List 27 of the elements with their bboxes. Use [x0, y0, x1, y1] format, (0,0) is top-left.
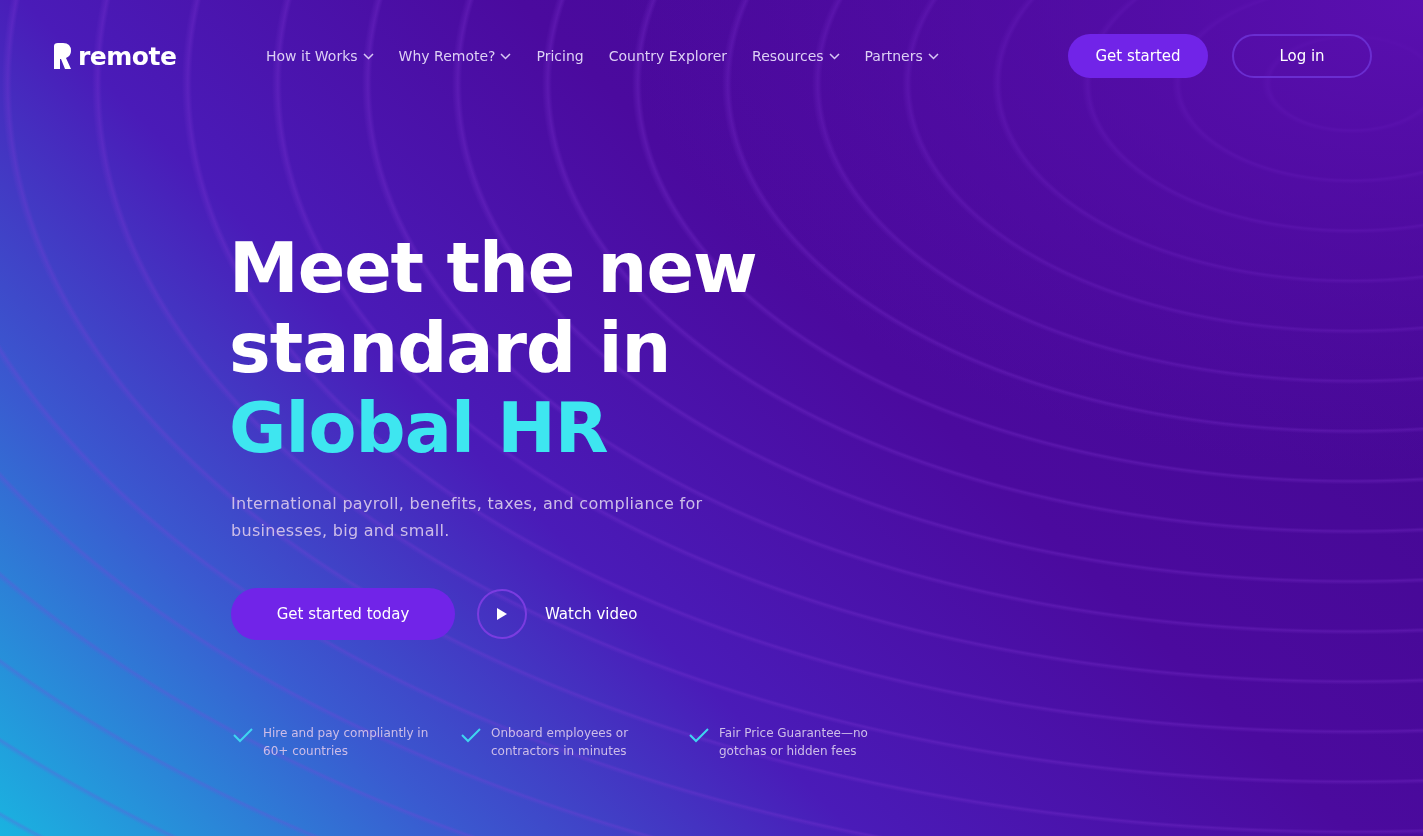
headline-line: Global HR [229, 388, 608, 468]
nav-link[interactable]: Pricing [536, 48, 584, 64]
check-icon [689, 728, 709, 743]
caret-icon [828, 52, 840, 60]
get-started-button[interactable]: Get started [1068, 34, 1208, 78]
feature-text: Onboard employees or contractors in minutes [491, 725, 630, 760]
check-icon [233, 728, 253, 743]
caret-icon [927, 52, 939, 60]
check-icon [461, 728, 481, 743]
nav-link[interactable]: Why Remote? [398, 48, 512, 64]
nav-link[interactable]: Resources [752, 48, 840, 64]
get-started-today-button[interactable]: Get started today [231, 588, 455, 640]
logo-text: remote [78, 41, 177, 71]
play-icon [496, 607, 508, 621]
nav-link[interactable]: Country Explorer [608, 48, 728, 64]
headline-line: standard in [229, 308, 671, 388]
nav-link[interactable]: Partners [864, 48, 939, 64]
caret-icon [362, 52, 374, 60]
nav-link[interactable]: How it Works [266, 48, 374, 64]
feature-text: Hire and pay compliantly in 60+ countries [263, 725, 430, 760]
feature-text: Fair Price Guarantee—no gotchas or hidden fees [719, 725, 869, 760]
watch-video-link[interactable]: Watch video [477, 589, 638, 639]
headline-line: Meet the new [229, 228, 757, 308]
caret-icon [500, 52, 512, 60]
hero-subtitle: International payroll, benefits, taxes, and compliance for businesses, big and small. [231, 493, 704, 542]
log-in-button[interactable]: Log in [1232, 34, 1372, 78]
logo-icon [51, 42, 73, 70]
